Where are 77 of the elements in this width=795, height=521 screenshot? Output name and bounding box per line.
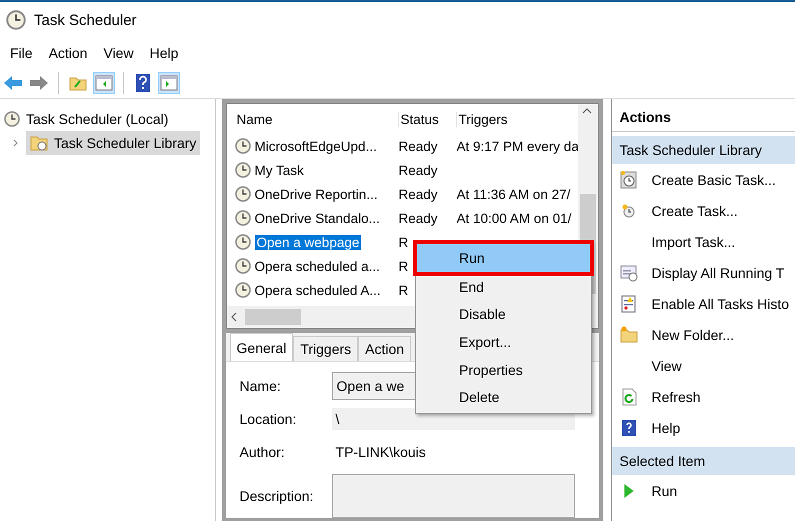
clock-icon [4, 111, 20, 127]
tree-item[interactable]: Task Scheduler Library [26, 131, 200, 155]
table-cell-text: R [398, 282, 410, 298]
clock-icon [6, 10, 26, 30]
action-item[interactable]: Create Task... [612, 195, 795, 226]
window-title: Task Scheduler [34, 12, 137, 28]
task-name[interactable]: MicrosoftEdgeUpd... [254, 138, 377, 154]
clock-icon [234, 210, 251, 226]
field-label: Name: [240, 378, 282, 394]
action-item[interactable]: Display All Running T [612, 257, 795, 288]
column-header[interactable]: Status [398, 112, 457, 126]
action-item[interactable]: Help [612, 412, 795, 443]
menu-item[interactable]: Action [40, 45, 96, 61]
table-cell-text: R [398, 234, 410, 250]
input-field[interactable] [332, 474, 575, 518]
clock-icon [234, 282, 251, 298]
field-value: TP-LINK\kouis [334, 443, 427, 462]
pane-title: Actions [612, 105, 795, 132]
menu-item[interactable]: Help [142, 45, 186, 61]
task-name[interactable]: Open a webpage [254, 234, 362, 250]
table-cell-text: At 11:36 AM on 27/ [456, 186, 572, 202]
table-cell: At 9:17 PM every da [456, 138, 579, 154]
log-icon [620, 294, 638, 312]
task-name[interactable]: My Task [254, 162, 304, 178]
column-header[interactable]: Name [234, 112, 399, 126]
menu-item[interactable]: End [416, 273, 591, 301]
tab[interactable]: General [230, 333, 294, 361]
group-header[interactable]: Task Scheduler Library [612, 136, 795, 164]
show-tree-button[interactable] [93, 72, 115, 94]
calendar-clock-icon [620, 170, 638, 188]
clock-icon [234, 258, 251, 274]
menu-item[interactable]: File [2, 45, 41, 61]
tab[interactable]: Triggers [293, 336, 358, 361]
field-label: Location: [240, 411, 298, 427]
menu-item[interactable]: Properties [416, 356, 591, 384]
clock-icon [234, 162, 251, 178]
table-cell-text: At 10:00 AM on 01/ [456, 210, 572, 226]
clock-icon [234, 138, 251, 154]
table-cell-text: Ready [398, 186, 439, 202]
show-action-pane-button[interactable] [158, 72, 180, 94]
table-cell-text: Ready [398, 162, 439, 178]
action-item[interactable]: Enable All Tasks Histo [612, 288, 795, 319]
field-label: Description: [240, 488, 314, 504]
folder-icon [620, 326, 638, 344]
menu-item[interactable]: Export... [416, 328, 591, 356]
table-cell-text: Ready [398, 138, 439, 154]
scroll-thumb[interactable] [244, 309, 301, 325]
action-item[interactable]: Import Task... [612, 226, 795, 257]
menu-item[interactable]: Run [416, 243, 591, 273]
table-cell-text: R [398, 258, 410, 274]
menu-item[interactable]: Disable [416, 300, 591, 328]
menu-item[interactable]: Delete [416, 383, 591, 411]
scroll-up-icon[interactable] [582, 108, 592, 114]
scroll-left-icon[interactable] [230, 312, 237, 322]
chevron-icon[interactable] [12, 139, 20, 147]
play-icon [624, 484, 634, 498]
refresh-icon [620, 388, 638, 406]
menu-item[interactable]: View [95, 45, 142, 61]
window-clock-icon [620, 264, 638, 282]
tree-item[interactable]: Task Scheduler (Local) [0, 107, 215, 131]
tab[interactable]: Action [358, 336, 412, 361]
action-item[interactable]: Create Basic Task... [612, 164, 795, 195]
action-item[interactable]: Run [612, 475, 795, 506]
task-name[interactable]: OneDrive Reportin... [254, 186, 378, 202]
clock-icon [234, 186, 251, 202]
folder-clock-icon [30, 135, 48, 151]
table-cell-text: Ready [398, 210, 439, 226]
action-item[interactable]: View [612, 350, 795, 381]
task-name[interactable]: Opera scheduled a... [254, 258, 380, 274]
action-item[interactable]: Refresh [612, 381, 795, 412]
field-label: Author: [240, 444, 286, 460]
task-name[interactable]: Opera scheduled A... [254, 282, 381, 298]
group-header[interactable]: Selected Item [612, 447, 795, 475]
help-icon [620, 418, 638, 436]
clock-icon [234, 234, 251, 250]
task-name[interactable]: OneDrive Standalo... [254, 210, 380, 226]
action-item[interactable]: New Folder... [612, 319, 795, 350]
